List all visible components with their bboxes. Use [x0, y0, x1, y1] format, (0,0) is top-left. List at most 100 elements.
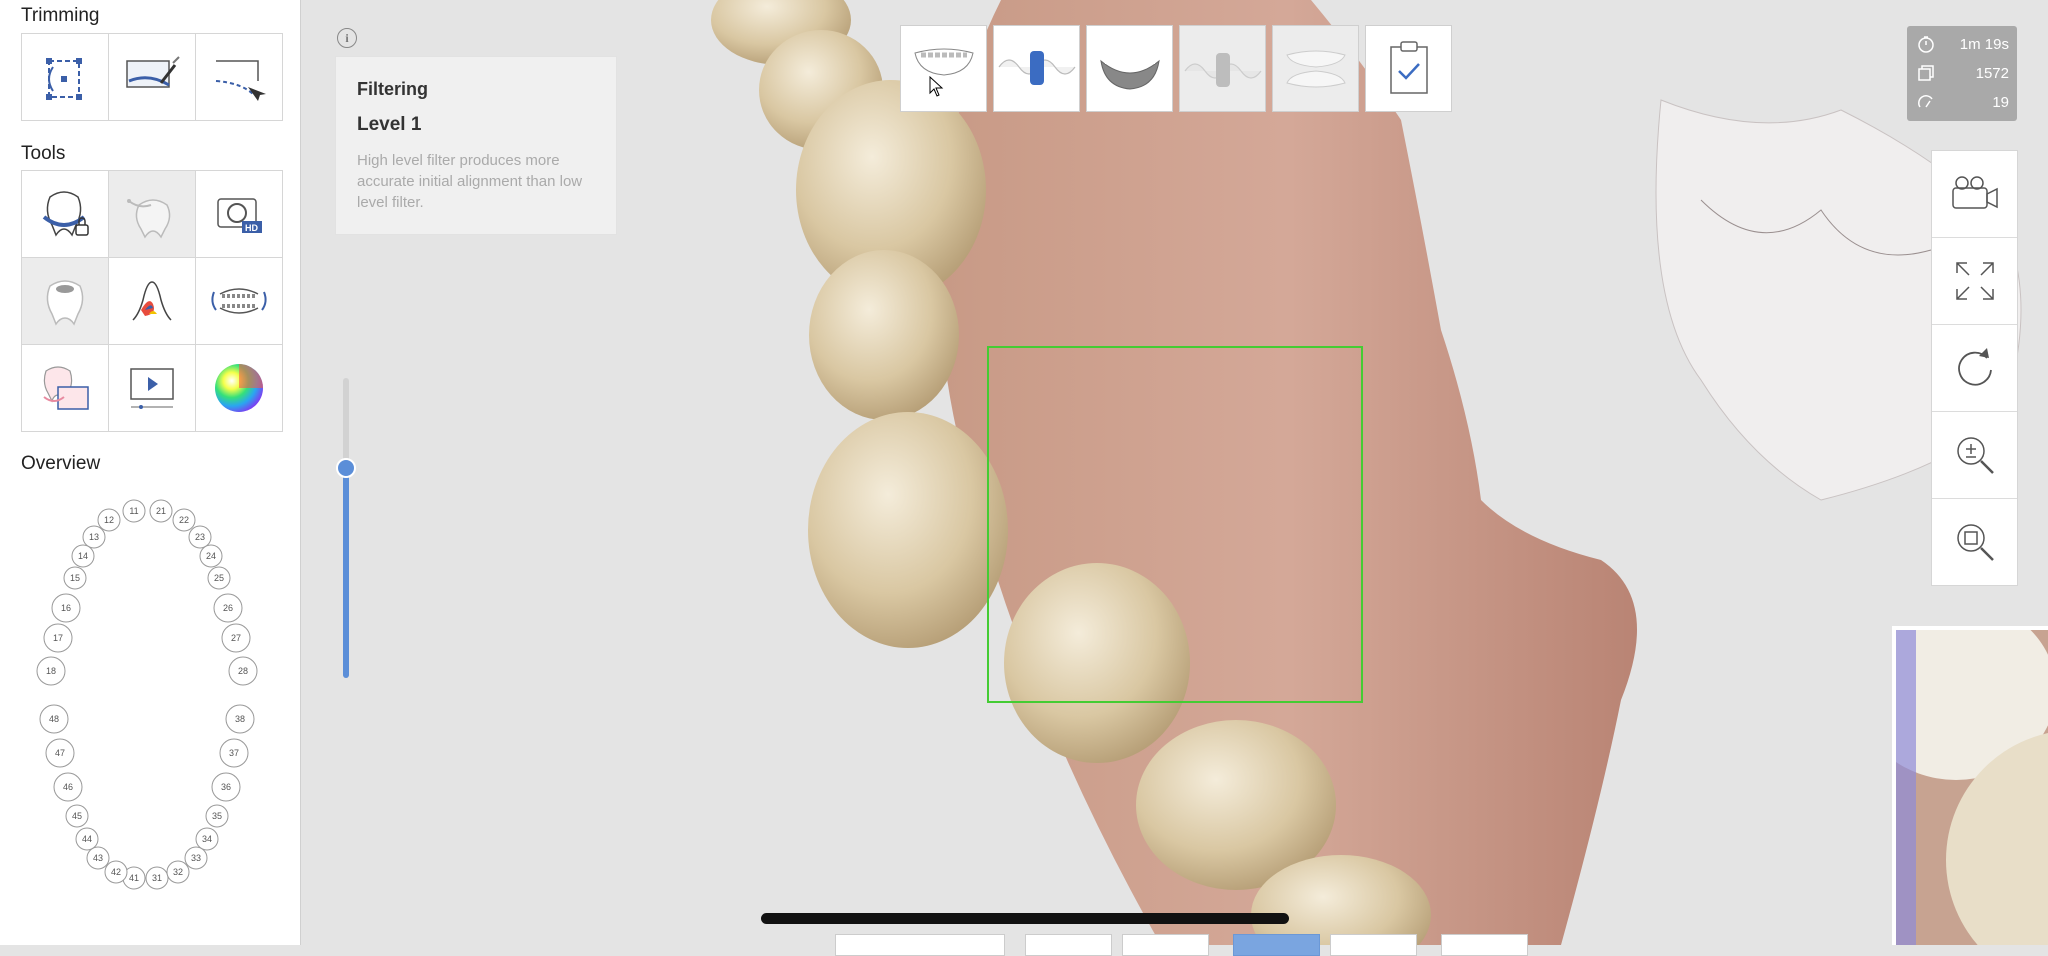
home-indicator[interactable]	[761, 913, 1289, 924]
tooth-scan-icon	[46, 280, 84, 326]
tooth-label-43: 43	[93, 853, 103, 863]
lasso-trim-button[interactable]	[196, 34, 282, 120]
bottom-tab-2[interactable]	[1025, 934, 1112, 956]
info-level: Level 1	[357, 114, 422, 135]
view-toolbar	[1931, 150, 2018, 586]
tooth-label-45: 45	[72, 811, 82, 821]
step-maxilla-scan[interactable]	[900, 25, 987, 112]
tooth-scan-button[interactable]	[22, 258, 108, 344]
bottom-tab-4[interactable]	[1233, 934, 1320, 956]
lock-tooth-button[interactable]	[22, 171, 108, 257]
reset-rotation-button[interactable]	[1932, 325, 2017, 412]
bottom-tab-6[interactable]	[1441, 934, 1528, 956]
filter-info-panel: Filtering Level 1 High level filter prod…	[335, 56, 617, 235]
hd-photo-icon: HD	[217, 198, 262, 233]
scan-speed: 19	[1992, 93, 2009, 111]
bite-align-button[interactable]	[196, 258, 282, 344]
tooth-label-14: 14	[78, 551, 88, 561]
tooth-label-15: 15	[70, 573, 80, 583]
filter-slider[interactable]	[336, 378, 356, 678]
tools-grid: HD	[21, 170, 283, 432]
tooth-label-11: 11	[129, 506, 138, 516]
brush-trim-button[interactable]	[109, 34, 195, 120]
play-video-button[interactable]	[109, 345, 195, 431]
step-mandible-abutment[interactable]	[1179, 25, 1266, 112]
camera-preview	[1892, 626, 2048, 945]
overlay-image-button[interactable]	[22, 345, 108, 431]
mandible-abutment-icon	[1184, 52, 1261, 87]
stopwatch-icon	[1918, 36, 1934, 53]
scan-time: 1m 19s	[1959, 35, 2009, 53]
zoom-window-button[interactable]	[1932, 499, 2017, 585]
speed-gauge-icon	[1918, 95, 1933, 108]
tooth-label-17: 17	[53, 633, 63, 643]
select-trim-button[interactable]	[22, 34, 108, 120]
tooth-margin-button[interactable]	[109, 171, 195, 257]
zoom-icon	[1956, 437, 1994, 474]
tooth-label-22: 22	[179, 515, 189, 525]
color-wheel-icon	[215, 364, 263, 412]
tooth-label-26: 26	[223, 603, 233, 613]
svg-text:HD: HD	[245, 223, 258, 233]
step-review[interactable]	[1365, 25, 1452, 112]
tooth-label-28: 28	[238, 666, 248, 676]
tooth-label-35: 35	[212, 811, 222, 821]
mouse-cursor-icon	[929, 76, 944, 97]
slider-fill	[343, 468, 349, 678]
bottom-tab-3[interactable]	[1122, 934, 1209, 956]
tooth-label-42: 42	[111, 867, 121, 877]
tooth-label-33: 33	[191, 853, 201, 863]
undercut-icon	[132, 281, 172, 321]
tooth-label-47: 47	[55, 748, 65, 758]
brush-trim-icon	[126, 56, 180, 88]
step-maxilla-abutment[interactable]	[993, 25, 1080, 112]
tooth-label-44: 44	[82, 834, 92, 844]
tooth-margin-icon	[127, 199, 171, 239]
tools-title: Tools	[21, 143, 66, 164]
tooth-label-16: 16	[61, 603, 71, 613]
frame-count: 1572	[1975, 64, 2009, 82]
tooth-label-27: 27	[231, 633, 241, 643]
zoom-window-icon	[1956, 524, 1994, 561]
bottom-tab-1[interactable]	[835, 934, 1005, 956]
occlusion-icon	[1285, 50, 1346, 87]
lasso-trim-icon	[215, 60, 266, 101]
select-trim-icon	[46, 58, 82, 100]
tooth-label-21: 21	[156, 506, 166, 516]
info-title: Filtering	[357, 79, 428, 99]
trimming-title: Trimming	[21, 5, 100, 26]
fit-screen-icon	[1955, 262, 1994, 300]
overlay-image-icon	[43, 366, 89, 410]
scan-stats-panel: 1m 19s 1572 19	[1907, 26, 2017, 121]
step-mandible-scan[interactable]	[1086, 25, 1173, 112]
abutment-scan-icon	[998, 50, 1075, 85]
slider-thumb[interactable]	[336, 458, 356, 478]
preview-image	[1896, 630, 2048, 945]
tooth-label-37: 37	[229, 748, 239, 758]
tooth-label-32: 32	[173, 867, 183, 877]
info-icon[interactable]: i	[337, 28, 357, 48]
tooth-label-31: 31	[152, 873, 162, 883]
tooth-label-25: 25	[214, 573, 224, 583]
bottom-tab-5[interactable]	[1330, 934, 1417, 956]
tooth-label-46: 46	[63, 782, 73, 792]
fit-screen-button[interactable]	[1932, 238, 2017, 325]
tooth-label-18: 18	[46, 666, 56, 676]
tooth-label-24: 24	[206, 551, 216, 561]
color-wheel-button[interactable]	[196, 345, 282, 431]
step-occlusion[interactable]	[1272, 25, 1359, 112]
hd-photo-button[interactable]: HD	[196, 171, 282, 257]
clipboard-check-icon	[1389, 40, 1428, 94]
left-sidebar: Trimming Tools HD Overview 11 12 13 14 1…	[0, 0, 301, 945]
camera-view-icon	[1951, 176, 1998, 209]
frames-icon	[1918, 65, 1934, 81]
tooth-label-23: 23	[195, 532, 205, 542]
undercut-button[interactable]	[109, 258, 195, 344]
camera-view-button[interactable]	[1932, 151, 2017, 238]
info-description: High level filter produces more accurate…	[357, 152, 583, 211]
trimming-tools-grid	[21, 33, 283, 121]
zoom-button[interactable]	[1932, 412, 2017, 499]
play-video-icon	[130, 368, 174, 409]
tooth-label-34: 34	[202, 834, 212, 844]
tooth-chart: 11 12 1314 15 16 17 18 21 22 2324 25 26 27 28 31 32 3334…	[36, 499, 258, 890]
